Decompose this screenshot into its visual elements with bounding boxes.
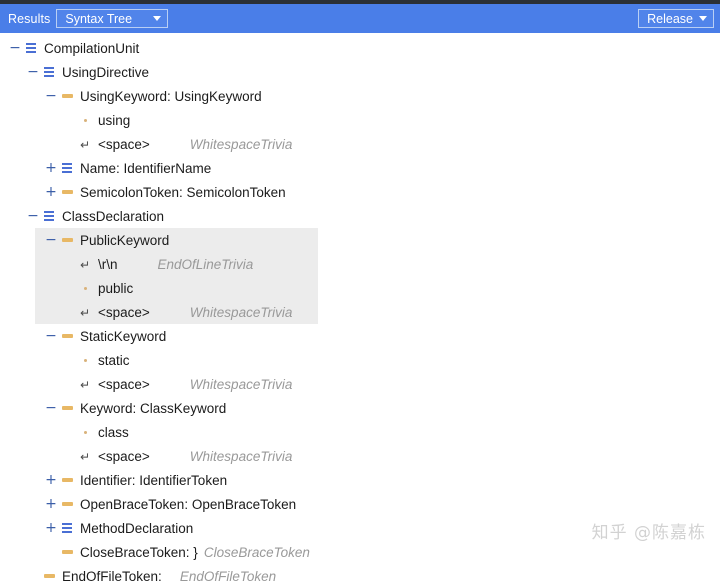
node-icon (58, 163, 76, 173)
tree-row-label: <space> (94, 305, 150, 320)
trivia-icon: ↵ (76, 306, 94, 318)
tree-row[interactable]: − StaticKeyword (0, 324, 720, 348)
tree-row-label: CloseBraceToken: } (76, 545, 198, 560)
tree-row-label: <space> (94, 137, 150, 152)
node-icon (40, 211, 58, 221)
tree-row[interactable]: EndOfFileToken:EndOfFileToken (0, 564, 720, 588)
tree-row-kind: WhitespaceTrivia (150, 449, 293, 464)
tree-row-label: ClassDeclaration (58, 209, 164, 224)
tree-row[interactable]: + Identifier: IdentifierToken (0, 468, 720, 492)
tree-row[interactable]: − PublicKeyword (0, 228, 720, 252)
value-dot-icon (76, 287, 94, 290)
node-icon (22, 43, 40, 53)
tree-row-label: UsingKeyword: UsingKeyword (76, 89, 262, 104)
token-icon (40, 574, 58, 578)
tree-row[interactable]: + OpenBraceToken: OpenBraceToken (0, 492, 720, 516)
tree-row-label: class (94, 425, 129, 440)
tree-row[interactable]: + SemicolonToken: SemicolonToken (0, 180, 720, 204)
token-icon (58, 502, 76, 506)
tree-row-label: StaticKeyword (76, 329, 166, 344)
tree-row-kind: EndOfFileToken (162, 569, 276, 584)
tree-row[interactable]: public (0, 276, 720, 300)
tree-row-label: EndOfFileToken: (58, 569, 162, 584)
expand-toggle-icon[interactable]: + (44, 161, 58, 175)
token-icon (58, 94, 76, 98)
token-icon (58, 238, 76, 242)
tree-row[interactable]: − UsingKeyword: UsingKeyword (0, 84, 720, 108)
node-icon (58, 523, 76, 533)
configuration-select-value: Release (647, 12, 693, 26)
tree-row-label: OpenBraceToken: OpenBraceToken (76, 497, 296, 512)
tree-row-label: CompilationUnit (40, 41, 139, 56)
chevron-down-icon (153, 16, 161, 21)
chevron-down-icon (699, 16, 707, 21)
expand-toggle-icon[interactable]: + (44, 521, 58, 535)
collapse-toggle-icon[interactable]: − (8, 41, 22, 55)
tree-row[interactable]: using (0, 108, 720, 132)
expand-toggle-icon[interactable]: + (44, 185, 58, 199)
expand-toggle-icon[interactable]: + (44, 497, 58, 511)
tree-row-label: UsingDirective (58, 65, 149, 80)
tree-row-label: SemicolonToken: SemicolonToken (76, 185, 286, 200)
tree-row[interactable]: − Keyword: ClassKeyword (0, 396, 720, 420)
collapse-toggle-icon[interactable]: − (26, 65, 40, 79)
tree-row-label: <space> (94, 449, 150, 464)
syntax-tree[interactable]: −CompilationUnit−UsingDirective−UsingKey… (0, 33, 720, 588)
tree-row-kind: CloseBraceToken (198, 545, 310, 560)
value-dot-icon (76, 359, 94, 362)
collapse-toggle-icon[interactable]: − (26, 209, 40, 223)
view-select-value: Syntax Tree (65, 12, 143, 26)
tree-row[interactable]: ↵<space>WhitespaceTrivia (0, 132, 720, 156)
collapse-toggle-icon[interactable]: − (44, 233, 58, 247)
results-toolbar: Results Syntax Tree Release (0, 4, 720, 33)
tree-row-label: <space> (94, 377, 150, 392)
tree-row[interactable]: − UsingDirective (0, 60, 720, 84)
tree-row[interactable]: ↵\r\nEndOfLineTrivia (0, 252, 720, 276)
collapse-toggle-icon[interactable]: − (44, 329, 58, 343)
tree-row[interactable]: ↵<space>WhitespaceTrivia (0, 372, 720, 396)
tree-row-kind: WhitespaceTrivia (150, 137, 293, 152)
tree-row-kind: WhitespaceTrivia (150, 377, 293, 392)
tree-row-label: static (94, 353, 130, 368)
tree-row-label: public (94, 281, 133, 296)
results-label: Results (6, 12, 56, 26)
trivia-icon: ↵ (76, 450, 94, 462)
value-dot-icon (76, 431, 94, 434)
tree-row-label: using (94, 113, 130, 128)
tree-row-label: PublicKeyword (76, 233, 169, 248)
tree-row[interactable]: ↵<space>WhitespaceTrivia (0, 444, 720, 468)
tree-row-label: Keyword: ClassKeyword (76, 401, 226, 416)
collapse-toggle-icon[interactable]: − (44, 401, 58, 415)
tree-row-kind: EndOfLineTrivia (118, 257, 254, 272)
configuration-select[interactable]: Release (638, 9, 714, 28)
trivia-icon: ↵ (76, 138, 94, 150)
token-icon (58, 478, 76, 482)
tree-row-label: Identifier: IdentifierToken (76, 473, 227, 488)
token-icon (58, 190, 76, 194)
token-icon (58, 334, 76, 338)
tree-row-label: Name: IdentifierName (76, 161, 211, 176)
tree-row[interactable]: − ClassDeclaration (0, 204, 720, 228)
tree-row-label: \r\n (94, 257, 118, 272)
tree-row[interactable]: class (0, 420, 720, 444)
tree-row[interactable]: static (0, 348, 720, 372)
value-dot-icon (76, 119, 94, 122)
token-icon (58, 406, 76, 410)
view-select[interactable]: Syntax Tree (56, 9, 168, 28)
token-icon (58, 550, 76, 554)
node-icon (40, 67, 58, 77)
tree-row[interactable]: − CompilationUnit (0, 36, 720, 60)
tree-row-label: MethodDeclaration (76, 521, 193, 536)
tree-row[interactable]: ↵<space>WhitespaceTrivia (0, 300, 720, 324)
tree-row[interactable]: + Name: IdentifierName (0, 156, 720, 180)
trivia-icon: ↵ (76, 378, 94, 390)
tree-row-kind: WhitespaceTrivia (150, 305, 293, 320)
trivia-icon: ↵ (76, 258, 94, 270)
tree-row[interactable]: CloseBraceToken: }CloseBraceToken (0, 540, 720, 564)
expand-toggle-icon[interactable]: + (44, 473, 58, 487)
watermark: 知乎 @陈嘉栋 (592, 518, 706, 543)
collapse-toggle-icon[interactable]: − (44, 89, 58, 103)
